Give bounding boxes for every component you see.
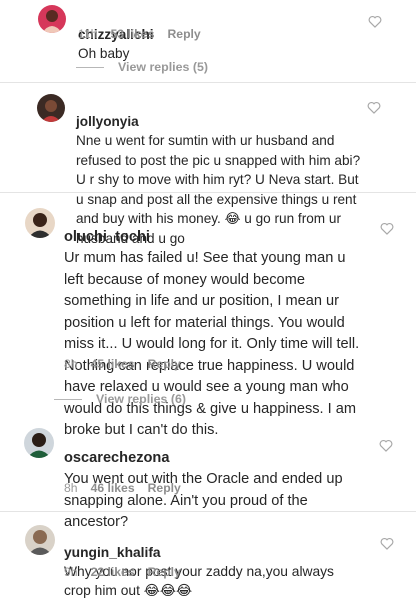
comment-text: oluchi_tochi Ur mum has failed u! See th… [64, 205, 368, 442]
view-replies-button[interactable]: View replies (6) [54, 392, 186, 406]
divider [0, 511, 416, 512]
avatar[interactable] [25, 525, 55, 555]
avatar[interactable] [24, 428, 54, 458]
comment-username[interactable]: oscarechezona [64, 450, 169, 466]
avatar[interactable] [38, 5, 66, 33]
comment-likes[interactable]: 22 likes [91, 565, 135, 579]
reply-button[interactable]: Reply [148, 357, 181, 371]
heart-outline-icon[interactable] [368, 15, 382, 28]
reply-line [76, 66, 104, 68]
comment-text: oscarechezona You went out with the Orac… [64, 426, 368, 534]
comment-text: yungin_khalifa Why you nor post your zad… [64, 524, 364, 600]
reply-button[interactable]: Reply [168, 27, 201, 41]
heart-outline-icon[interactable] [380, 222, 394, 235]
comment-time: 9h [64, 565, 78, 579]
heart-outline-icon[interactable] [379, 439, 393, 452]
comment-body: Ur mum has failed u! See that young man … [64, 250, 360, 438]
heart-outline-icon[interactable] [367, 101, 381, 114]
comment-body: You went out with the Oracle and ended u… [64, 471, 343, 530]
reply-button[interactable]: Reply [148, 481, 181, 495]
reply-line [54, 398, 82, 400]
view-replies-label: View replies (6) [96, 392, 186, 406]
comment-likes[interactable]: 53 likes [110, 27, 154, 41]
comment-time: 11h [78, 27, 98, 41]
comment-username[interactable]: yungin_khalifa [64, 545, 161, 560]
comment-time: 8h [64, 357, 78, 371]
avatar[interactable] [25, 208, 55, 238]
comment-time: 8h [64, 481, 78, 495]
comment-likes[interactable]: 45 likes [91, 357, 135, 371]
comment-meta: 8h 45 likes Reply [64, 357, 181, 371]
comment-likes[interactable]: 46 likes [91, 481, 135, 495]
divider [0, 192, 416, 193]
heart-outline-icon[interactable] [380, 537, 394, 550]
view-replies-button[interactable]: View replies (5) [76, 60, 208, 74]
avatar[interactable] [37, 94, 65, 122]
comment-meta: 11h 53 likes Reply [78, 27, 201, 41]
view-replies-label: View replies (5) [118, 60, 208, 74]
reply-button[interactable]: Reply [148, 565, 181, 579]
comment-meta: 9h 22 likes Reply [64, 565, 181, 579]
divider [0, 82, 416, 83]
comment-username[interactable]: oluchi_tochi [64, 229, 150, 245]
comment-body: Oh baby [78, 46, 130, 61]
comment-username[interactable]: jollyonyia [76, 114, 139, 129]
comment-meta: 8h 46 likes Reply [64, 481, 181, 495]
